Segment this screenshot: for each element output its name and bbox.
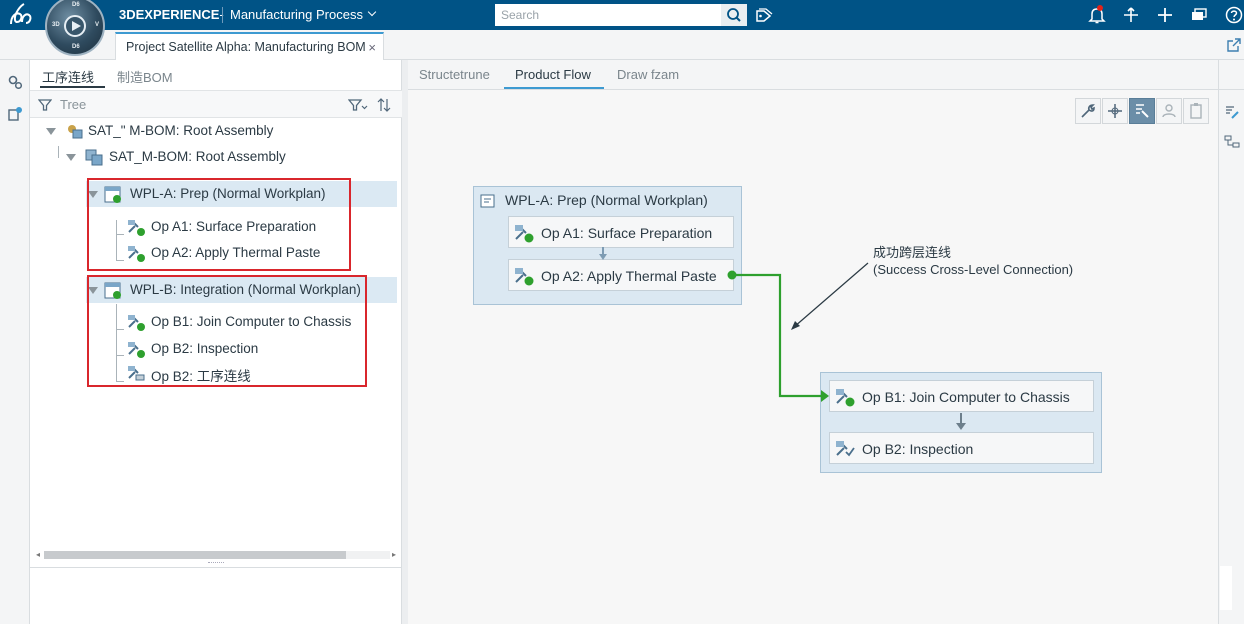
brand-separator (222, 7, 223, 23)
tree-panel: 工序连线 制造BOM Tree SAT_" M-BOM: Root Assemb… (30, 60, 402, 624)
process-link-icon (128, 366, 145, 381)
sort-icon[interactable] (376, 97, 392, 113)
search-icon (727, 8, 741, 22)
compass-play-icon[interactable] (64, 15, 86, 37)
app-module-title[interactable]: Manufacturing Process (230, 7, 363, 22)
tree-item-op-b2-link[interactable]: Op B2: 工序连线 (30, 360, 402, 386)
compass-label-right: V (95, 22, 100, 28)
tree-item-label: WPL-B: Integration (Normal Workplan) (130, 282, 361, 297)
tree-label: Tree (60, 97, 87, 112)
tree-item-label: Op B2: Inspection (151, 341, 259, 356)
manufacturing-assembly-icon (85, 149, 103, 166)
tab-manufacturing-bom-tree[interactable]: 制造BOM (117, 67, 173, 86)
sequence-arrow-b (956, 413, 966, 430)
annotation-line-en: (Success Cross-Level Connection) (873, 262, 1074, 277)
tab-process-link[interactable]: 工序连线 (42, 67, 94, 86)
right-rail-header (1218, 60, 1244, 90)
scrollbar-thumb[interactable] (44, 551, 346, 559)
expand-toggle-icon[interactable] (46, 128, 56, 135)
assembly-icon (68, 125, 83, 139)
tab-draw-frame[interactable]: Draw fzam (617, 67, 679, 82)
add-icon[interactable] (1155, 5, 1175, 25)
compass-label-left: 3D (52, 22, 60, 28)
gear-icon[interactable] (7, 74, 23, 90)
filter-dropdown-icon[interactable] (348, 98, 368, 112)
tree-item-label: Op A2: Apply Thermal Paste (151, 245, 321, 260)
compass-label-bottom: D6 (72, 44, 80, 50)
part-properties-icon[interactable] (7, 106, 23, 122)
tree-item-wpl-a[interactable]: WPL-A: Prep (Normal Workplan) (86, 181, 397, 207)
expand-toggle-icon[interactable] (88, 287, 98, 294)
operation-icon (128, 220, 145, 236)
operation-icon (128, 315, 145, 331)
help-icon[interactable] (1224, 5, 1244, 25)
product-flow-canvas[interactable]: WPL-A: Prep (Normal Workplan) Op A1: Sur… (408, 90, 1218, 624)
tree-item-label: SAT_" M-BOM: Root Assembly (88, 123, 274, 138)
close-icon[interactable]: × (368, 40, 376, 55)
3ds-logo-icon[interactable] (8, 2, 36, 28)
top-bar: 3DEXPERIENCE- Manufacturing Process (0, 0, 1244, 30)
right-rail-gap (1220, 566, 1232, 610)
panel-divider (30, 567, 402, 568)
right-rail (1218, 90, 1244, 624)
share-icon[interactable] (1121, 5, 1141, 25)
search-input[interactable] (495, 4, 721, 26)
filter-icon[interactable] (38, 98, 52, 112)
tree-item-op-b2[interactable]: Op B2: Inspection (30, 336, 402, 362)
annotation-line-cn: 成功跨层连线 (873, 245, 952, 260)
workplan-icon (104, 186, 121, 203)
tree-item-op-b1[interactable]: Op B1: Join Computer to Chassis (30, 309, 402, 335)
canvas-tab-bar: Structetrune Product Flow Draw fzam (408, 60, 1218, 90)
tree-item-label: Op A1: Surface Preparation (151, 219, 317, 234)
network-icon[interactable] (1224, 134, 1240, 150)
horizontal-scrollbar[interactable]: ◂ ▸ (36, 548, 398, 562)
cross-level-connection[interactable] (727, 270, 830, 403)
annotation-arrow (791, 262, 869, 330)
tree-item-op-a2[interactable]: Op A2: Apply Thermal Paste (30, 240, 402, 266)
scroll-right-icon[interactable]: ▸ (392, 550, 396, 559)
tab-manufacturing-bom[interactable]: Project Satellite Alpha: Manufacturing B… (115, 32, 384, 60)
active-tab-indicator (504, 87, 604, 89)
search-button[interactable] (721, 4, 747, 26)
active-tab-indicator (40, 86, 105, 88)
workplan-icon (104, 282, 121, 299)
tree-item-label: SAT_M-BOM: Root Assembly (109, 149, 286, 164)
compass-label-top: D6 (72, 2, 80, 8)
expand-toggle-icon[interactable] (66, 154, 76, 161)
tab-title: Project Satellite Alpha: Manufacturing B… (126, 40, 366, 54)
document-tab-strip: Project Satellite Alpha: Manufacturing B… (0, 30, 1244, 60)
operation-icon (128, 246, 145, 262)
tree-item-label: Op B2: 工序连线 (151, 369, 251, 384)
sequence-arrow-a (599, 247, 607, 260)
annotation-note: 成功跨层连线 (Success Cross-Level Connection) (873, 244, 1073, 278)
operation-icon (128, 342, 145, 358)
tree-toolbar: Tree (30, 90, 402, 118)
tree-item-label: WPL-A: Prep (Normal Workplan) (130, 186, 326, 201)
export-icon[interactable] (1227, 38, 1241, 52)
left-rail (0, 60, 30, 624)
scroll-left-icon[interactable]: ◂ (36, 550, 40, 559)
panel-resize-grip[interactable] (208, 562, 224, 564)
tree-item-root-assembly[interactable]: SAT_" M-BOM: Root Assembly (30, 118, 402, 144)
tab-product-flow[interactable]: Product Flow (515, 67, 591, 82)
tag-icon[interactable] (754, 5, 774, 25)
tree-item-m-bom-root[interactable]: SAT_M-BOM: Root Assembly (30, 144, 402, 170)
tree-item-label: Op B1: Join Computer to Chassis (151, 314, 352, 329)
edit-properties-icon[interactable] (1224, 104, 1240, 120)
notification-badge (1097, 5, 1103, 11)
apps-icon[interactable] (1189, 5, 1209, 25)
app-brand: 3DEXPERIENCE- (119, 7, 224, 22)
tab-structure[interactable]: Structetrune (419, 67, 490, 82)
tree-item-wpl-b[interactable]: WPL-B: Integration (Normal Workplan) (86, 277, 397, 303)
chevron-down-icon[interactable] (367, 7, 377, 17)
expand-toggle-icon[interactable] (88, 191, 98, 198)
tree-item-op-a1[interactable]: Op A1: Surface Preparation (30, 214, 402, 240)
flow-connectors (599, 247, 966, 430)
